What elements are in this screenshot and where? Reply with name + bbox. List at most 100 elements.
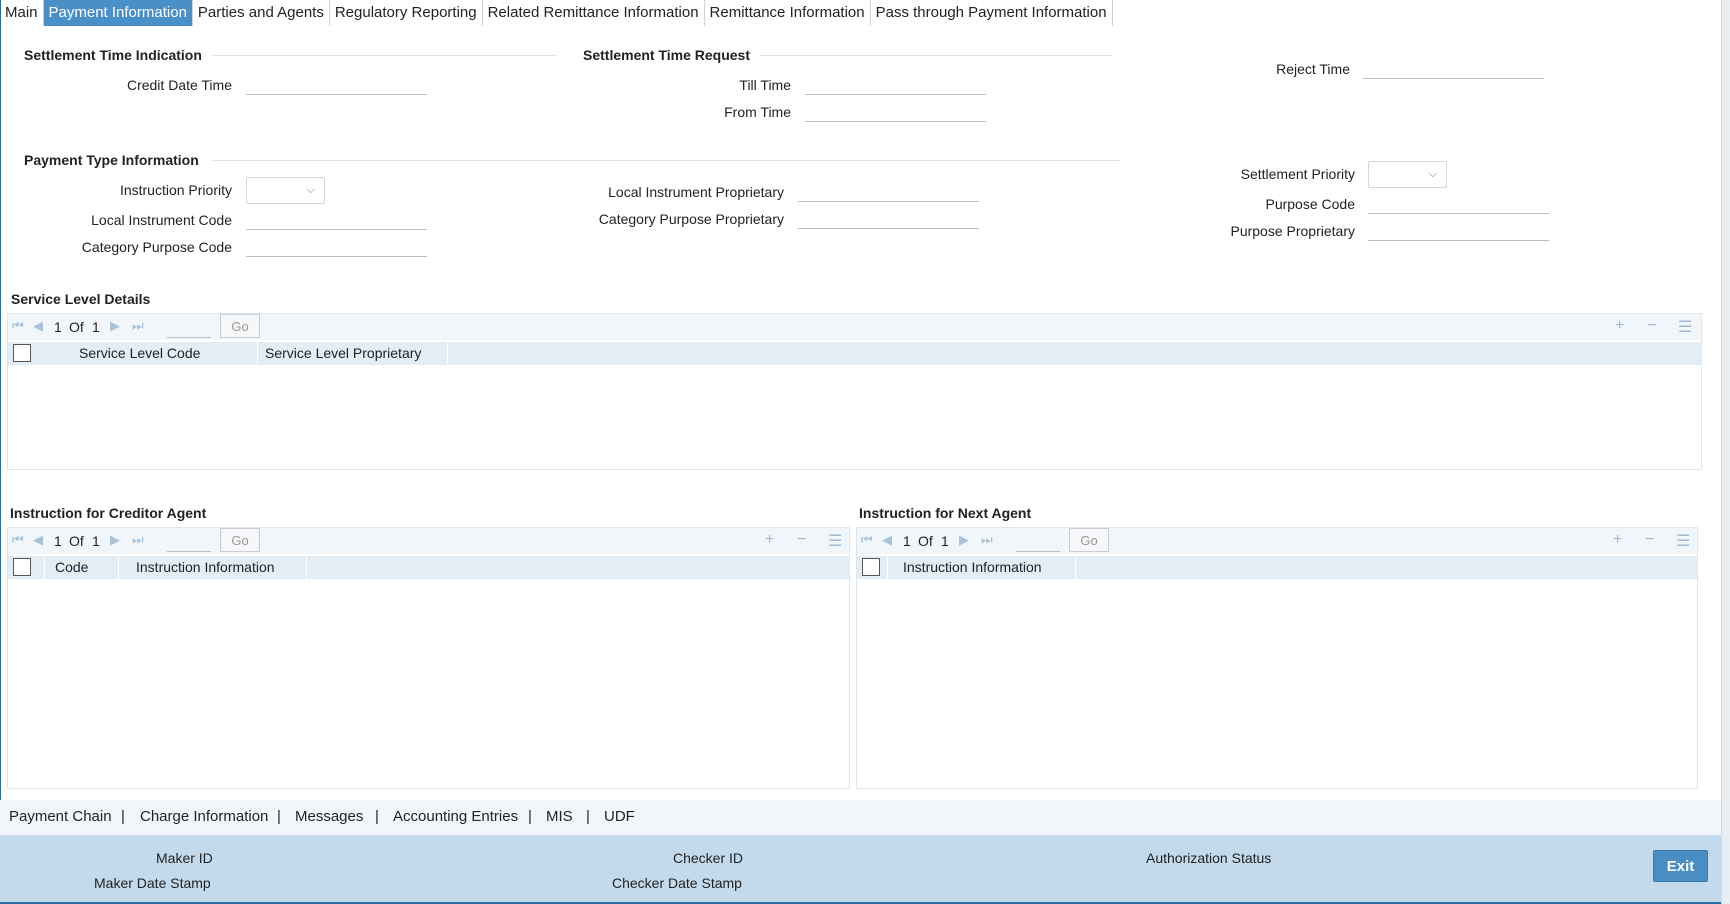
reject-time-label: Reject Time (1276, 61, 1350, 77)
from-time-field[interactable] (805, 100, 986, 122)
first-page-icon[interactable]: ⏮ (861, 532, 873, 548)
next-agent-title: Instruction for Next Agent (859, 505, 1032, 521)
last-page-icon[interactable]: ⏭ (981, 532, 993, 548)
column-code[interactable]: Code (55, 559, 88, 575)
exit-button[interactable]: Exit (1653, 850, 1708, 882)
grid-toolbar: ⏮ ◀ 1 Of 1 ▶ ⏭ Go + − ☰ (857, 528, 1697, 554)
remove-row-icon[interactable]: − (1647, 317, 1656, 335)
settlement-priority-select[interactable]: ⌵ (1368, 161, 1447, 188)
column-separator (1075, 556, 1076, 579)
previous-page-icon[interactable]: ◀ (882, 532, 892, 548)
list-view-icon[interactable]: ☰ (828, 531, 842, 551)
category-purpose-code-field[interactable] (246, 235, 427, 257)
page-current: 1 (54, 533, 62, 549)
link-accounting-entries[interactable]: Accounting Entries (393, 808, 518, 825)
go-button[interactable]: Go (220, 528, 260, 552)
page-number-input[interactable] (167, 528, 211, 552)
column-separator (447, 342, 448, 365)
column-instruction-information[interactable]: Instruction Information (903, 559, 1042, 575)
payment-information-screen: Main Payment Information Parties and Age… (0, 0, 1730, 904)
category-purpose-proprietary-label: Category Purpose Proprietary (598, 211, 784, 227)
last-page-icon[interactable]: ⏭ (132, 532, 144, 548)
link-separator: | (586, 808, 590, 825)
section-divider (212, 160, 1120, 161)
creditor-agent-grid: ⏮ ◀ 1 Of 1 ▶ ⏭ Go + − ☰ Code Instruction… (7, 527, 850, 789)
column-instruction-information[interactable]: Instruction Information (136, 559, 275, 575)
credit-date-time-field[interactable] (246, 73, 427, 95)
go-button[interactable]: Go (1069, 528, 1109, 552)
chevron-down-icon: ⌵ (1428, 168, 1437, 180)
next-page-icon[interactable]: ▶ (110, 318, 120, 334)
purpose-proprietary-field[interactable] (1368, 219, 1549, 241)
go-button[interactable]: Go (220, 314, 260, 338)
previous-page-icon[interactable]: ◀ (33, 318, 43, 334)
page-of: Of (69, 533, 84, 549)
page-total: 1 (92, 319, 100, 335)
column-service-level-proprietary[interactable]: Service Level Proprietary (265, 345, 421, 361)
local-instrument-proprietary-label: Local Instrument Proprietary (608, 184, 784, 200)
link-separator: | (121, 808, 125, 825)
add-row-icon[interactable]: + (1613, 531, 1622, 549)
window-left-border (0, 0, 1, 904)
next-page-icon[interactable]: ▶ (959, 532, 969, 548)
tab-bar: Main Payment Information Parties and Age… (0, 0, 1113, 26)
link-udf[interactable]: UDF (604, 808, 635, 825)
page-current: 1 (54, 319, 62, 335)
authorization-status-label: Authorization Status (1146, 850, 1272, 866)
tab-payment-information[interactable]: Payment Information (43, 0, 193, 26)
service-level-details-title: Service Level Details (11, 291, 151, 307)
add-row-icon[interactable]: + (1615, 317, 1624, 335)
column-separator (306, 556, 307, 579)
tab-parties-and-agents[interactable]: Parties and Agents (193, 0, 330, 26)
local-instrument-code-field[interactable] (246, 208, 427, 230)
section-divider (212, 55, 557, 56)
next-page-icon[interactable]: ▶ (110, 532, 120, 548)
add-row-icon[interactable]: + (765, 531, 774, 549)
settlement-time-indication-title: Settlement Time Indication (24, 47, 202, 63)
remove-row-icon[interactable]: − (797, 531, 806, 549)
settlement-time-request-title: Settlement Time Request (583, 47, 751, 63)
tab-related-remittance-information[interactable]: Related Remittance Information (483, 0, 705, 26)
vertical-scrollbar[interactable] (1721, 0, 1730, 904)
list-view-icon[interactable]: ☰ (1678, 317, 1692, 337)
grid-header: Instruction Information (857, 556, 1697, 579)
till-time-label: Till Time (739, 77, 791, 93)
tab-main[interactable]: Main (0, 0, 44, 26)
previous-page-icon[interactable]: ◀ (33, 532, 43, 548)
remove-row-icon[interactable]: − (1645, 531, 1654, 549)
settlement-priority-label: Settlement Priority (1240, 166, 1355, 182)
select-all-checkbox[interactable] (13, 344, 31, 362)
link-messages[interactable]: Messages (295, 808, 363, 825)
tab-remittance-information[interactable]: Remittance Information (705, 0, 871, 26)
select-all-checkbox[interactable] (862, 558, 880, 576)
list-view-icon[interactable]: ☰ (1676, 531, 1690, 551)
next-agent-grid: ⏮ ◀ 1 Of 1 ▶ ⏭ Go + − ☰ Instruction Info… (856, 527, 1698, 789)
select-all-checkbox[interactable] (13, 558, 31, 576)
section-divider (760, 55, 1113, 56)
purpose-proprietary-label: Purpose Proprietary (1230, 223, 1355, 239)
link-mis[interactable]: MIS (546, 808, 573, 825)
instruction-priority-select[interactable]: ⌵ (246, 177, 325, 204)
first-page-icon[interactable]: ⏮ (12, 532, 24, 548)
page-number-input[interactable] (167, 314, 211, 338)
instruction-priority-label: Instruction Priority (119, 182, 232, 198)
link-payment-chain[interactable]: Payment Chain (9, 808, 112, 825)
till-time-field[interactable] (805, 73, 986, 95)
local-instrument-proprietary-field[interactable] (798, 180, 979, 202)
tab-pass-through-payment-information[interactable]: Pass through Payment Information (871, 0, 1113, 26)
grid-toolbar: ⏮ ◀ 1 Of 1 ▶ ⏭ Go + − ☰ (8, 528, 849, 554)
last-page-icon[interactable]: ⏭ (132, 318, 144, 334)
link-charge-information[interactable]: Charge Information (140, 808, 268, 825)
column-service-level-code[interactable]: Service Level Code (79, 345, 200, 361)
service-level-grid: ⏮ ◀ 1 Of 1 ▶ ⏭ Go + − ☰ Service Level Co… (7, 313, 1702, 470)
purpose-code-field[interactable] (1368, 192, 1549, 214)
tab-regulatory-reporting[interactable]: Regulatory Reporting (330, 0, 483, 26)
link-separator: | (528, 808, 532, 825)
reject-time-field[interactable] (1363, 57, 1544, 79)
first-page-icon[interactable]: ⏮ (12, 318, 24, 334)
category-purpose-proprietary-field[interactable] (798, 207, 979, 229)
grid-header: Service Level Code Service Level Proprie… (8, 342, 1701, 365)
page-total: 1 (941, 533, 949, 549)
page-number-input[interactable] (1016, 528, 1060, 552)
grid-toolbar: ⏮ ◀ 1 Of 1 ▶ ⏭ Go + − ☰ (8, 314, 1701, 340)
